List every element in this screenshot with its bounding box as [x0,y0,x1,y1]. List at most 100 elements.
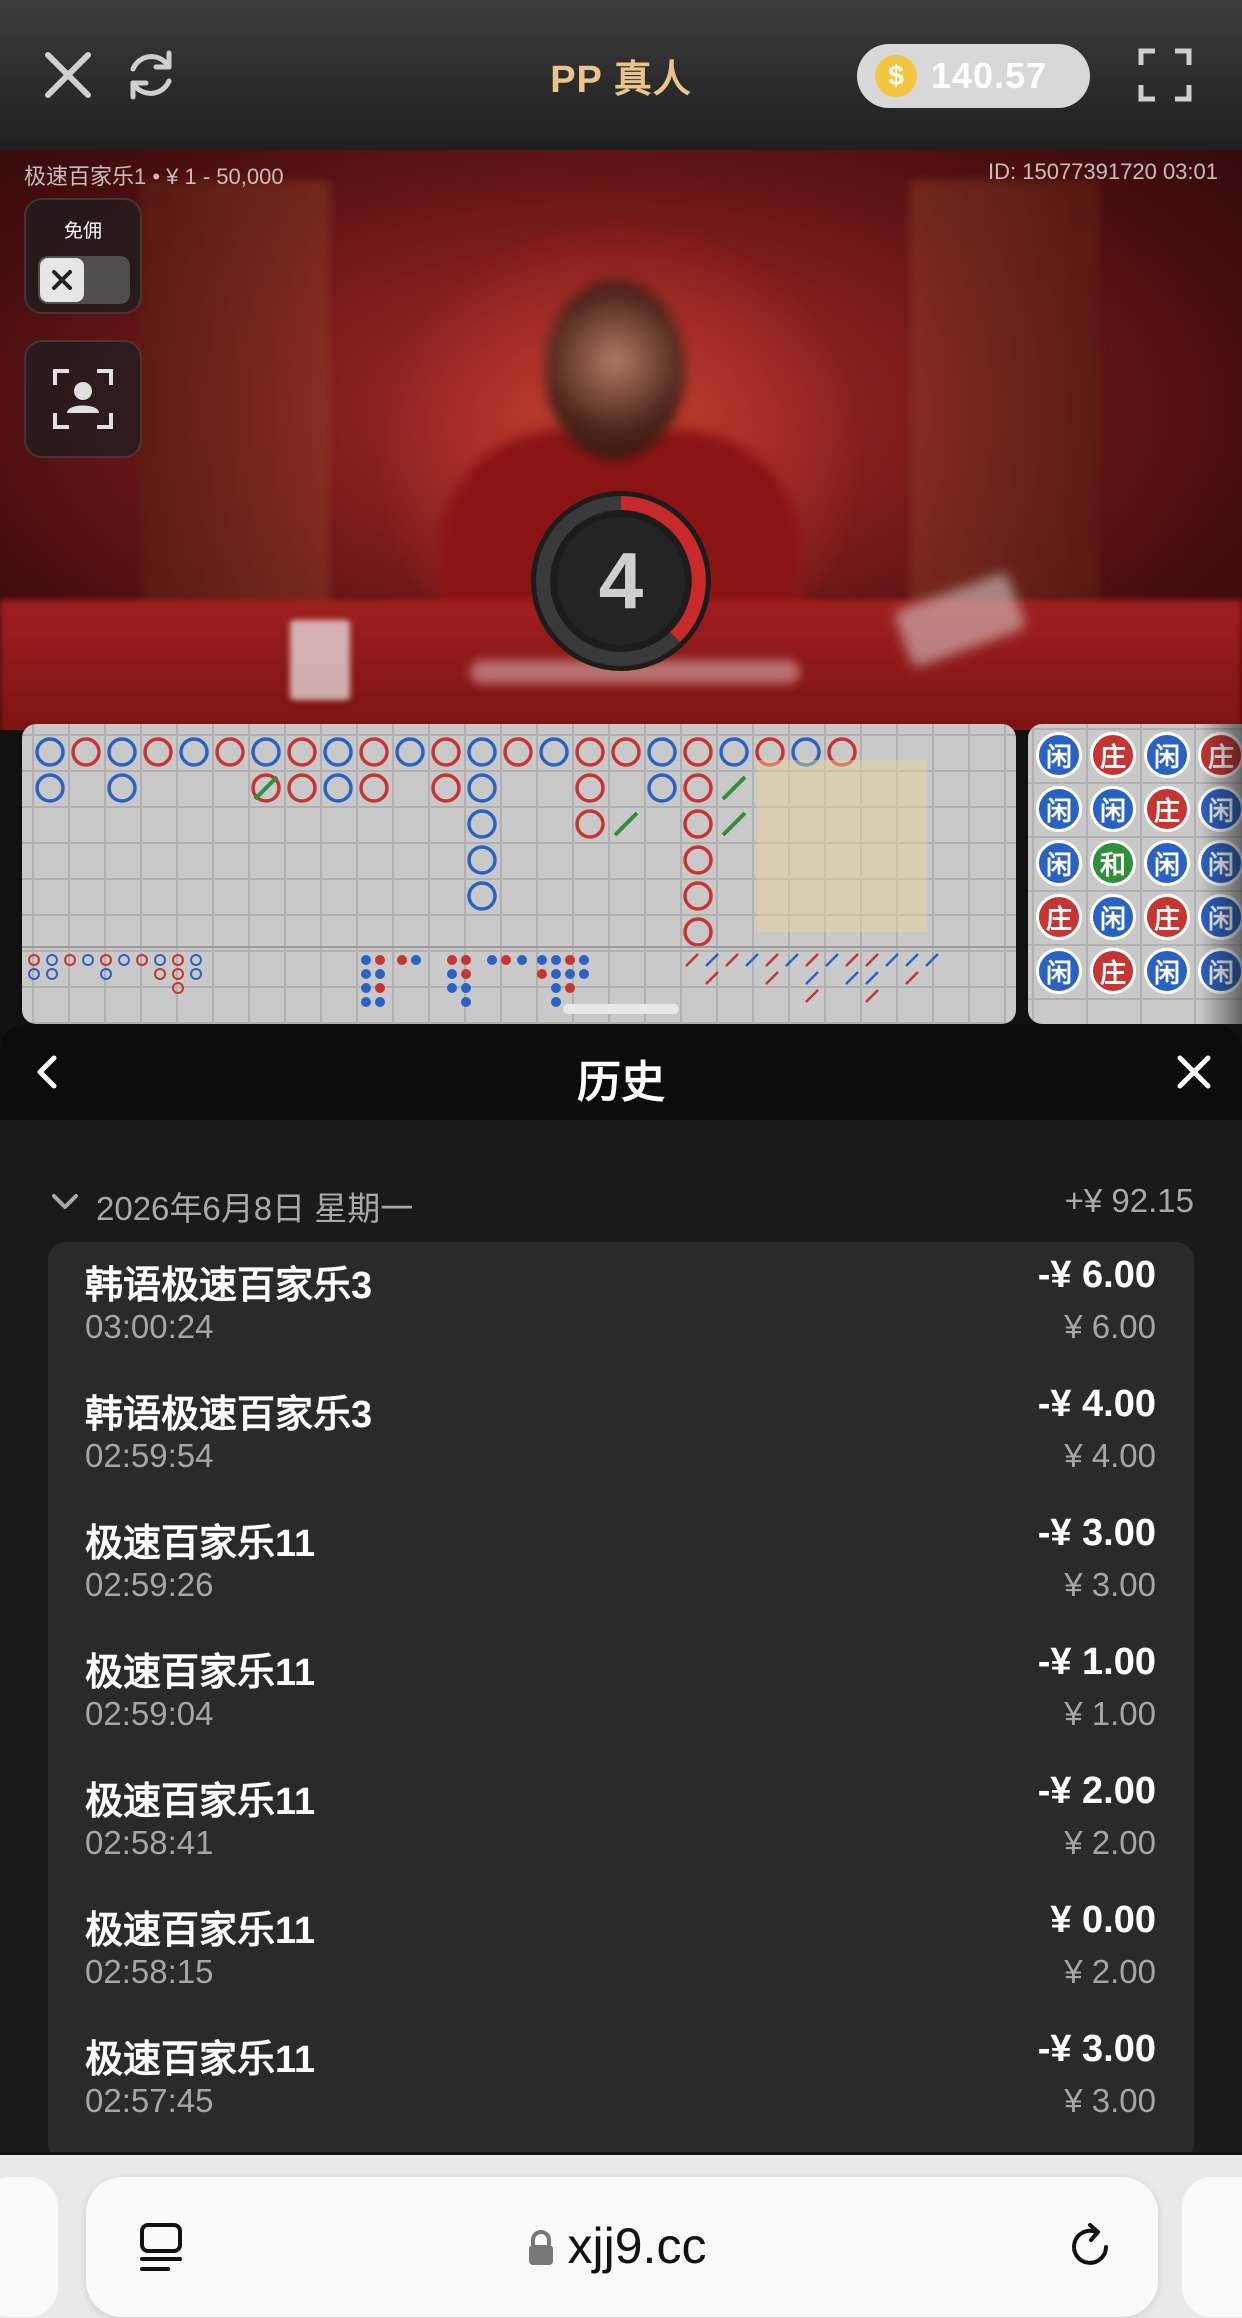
cockroach-road-marker [845,971,859,985]
big-road-marker [179,737,209,767]
bead-road-marker: 闲 [1090,894,1136,940]
game-name: 极速百家乐11 [85,1652,316,1694]
bead-eye-marker [551,969,561,979]
result-amount: -¥ 1.00 [1037,1641,1156,1683]
previous-tab[interactable] [0,2177,58,2317]
big-road-marker [35,737,65,767]
history-sheet: 历史 2026年6月8日 星期一 +¥ 92.15 韩语极速百家乐3 03:00… [0,1024,1242,2152]
bead-eye-marker [447,955,457,965]
no-commission-label: 免佣 [63,221,102,242]
cockroach-road-marker [865,971,879,985]
cockroach-road-marker [905,971,919,985]
history-row[interactable]: 极速百家乐11 02:59:04 -¥ 1.00 ¥ 1.00 [48,1629,1194,1758]
cockroach-road-marker [705,971,719,985]
game-name: 极速百家乐11 [85,1910,316,1952]
reload-icon[interactable] [1062,2219,1118,2275]
big-road-marker [323,773,353,803]
cockroach-road-marker [925,953,939,967]
address-bar[interactable]: xjj9.cc [86,2177,1158,2317]
bet-time: 02:57:45 [85,2082,214,2119]
cockroach-road-marker [825,953,839,967]
bead-eye-marker [397,955,407,965]
no-commission-toggle[interactable]: 免佣 [24,198,142,314]
history-row[interactable]: 韩语极速百家乐3 02:59:54 -¥ 4.00 ¥ 4.00 [48,1371,1194,1500]
small-road-marker [100,954,112,966]
big-road-marker [467,845,497,875]
big-road-marker [287,737,317,767]
big-road-marker [71,737,101,767]
small-road-marker [136,954,148,966]
game-name: 极速百家乐11 [85,2039,316,2081]
bead-eye-marker [361,969,371,979]
big-road-marker [503,737,533,767]
result-amount: -¥ 6.00 [1037,1254,1156,1296]
history-row[interactable]: 极速百家乐11 02:57:45 -¥ 3.00 ¥ 3.00 [48,2016,1194,2145]
top-bar: PP 真人 $ 140.57 [0,0,1242,150]
sheet-drag-handle[interactable] [563,1004,679,1014]
history-close-button[interactable] [1174,1052,1214,1092]
close-icon [1177,1055,1211,1089]
balance-pill[interactable]: $ 140.57 [857,44,1090,108]
history-row[interactable]: 极速百家乐11 02:58:15 ¥ 0.00 ¥ 2.00 [48,1887,1194,2016]
bead-road-marker: 庄 [1144,894,1190,940]
small-road-marker [172,954,184,966]
small-road-marker [46,954,58,966]
cockroach-road-marker [805,953,819,967]
bead-eye-marker [565,983,575,993]
tie-marker [721,811,747,837]
big-road-marker [35,773,65,803]
bead-eye-marker [537,969,547,979]
cockroach-road-marker [845,953,859,967]
history-row[interactable]: 韩语极速百家乐3 03:00:24 -¥ 6.00 ¥ 6.00 [48,1242,1194,1371]
cockroach-road-marker [905,953,919,967]
history-row[interactable]: 极速百家乐11 02:58:41 -¥ 2.00 ¥ 2.00 [48,1758,1194,1887]
bead-road-fade [1200,724,1242,1024]
bead-eye-marker [375,955,385,965]
big-road-marker [683,845,713,875]
next-tab[interactable] [1182,2177,1242,2317]
tie-marker [613,811,639,837]
cockroach-road-marker [805,971,819,985]
game-name: 极速百家乐11 [85,1523,316,1565]
cockroach-road-marker [805,989,819,1003]
result-amount: -¥ 3.00 [1037,2028,1156,2070]
tie-marker [721,775,747,801]
bead-eye-marker [537,955,547,965]
big-road-marker [575,809,605,839]
cockroach-road-marker [765,953,779,967]
bead-eye-marker [551,997,561,1007]
cockroach-road-marker [745,953,759,967]
bet-amount: ¥ 3.00 [1064,1566,1156,1603]
camera-view-button[interactable] [24,340,142,458]
big-road-marker [575,737,605,767]
cockroach-road-marker [865,953,879,967]
cockroach-road-marker [725,953,739,967]
history-row[interactable]: 极速百家乐11 02:59:26 -¥ 3.00 ¥ 3.00 [48,1500,1194,1629]
big-road-marker [467,881,497,911]
bead-eye-marker [551,955,561,965]
small-road-marker [64,954,76,966]
card-shoe [290,620,350,700]
small-road-marker [28,954,40,966]
date-group-header[interactable]: 2026年6月8日 星期一 +¥ 92.15 [48,1178,1194,1228]
big-road-marker [359,773,389,803]
small-road-marker [46,968,58,980]
bead-road-marker: 闲 [1036,840,1082,886]
bead-eye-marker [579,955,589,965]
big-road-marker [539,737,569,767]
tie-marker [253,775,279,801]
bead-eye-marker [501,955,511,965]
result-amount: -¥ 4.00 [1037,1383,1156,1425]
big-road-marker [107,737,137,767]
bead-eye-marker [517,955,527,965]
big-road-marker [431,737,461,767]
small-road-marker [28,968,40,980]
dealer-head [545,280,685,460]
toggle-knob [40,258,84,302]
big-road-panel[interactable] [22,724,1016,1024]
countdown-number: 4 [598,536,644,625]
bead-road-marker: 庄 [1144,786,1190,832]
big-road-marker [467,737,497,767]
toggle-track[interactable] [38,256,130,304]
fullscreen-button[interactable] [1130,40,1200,110]
